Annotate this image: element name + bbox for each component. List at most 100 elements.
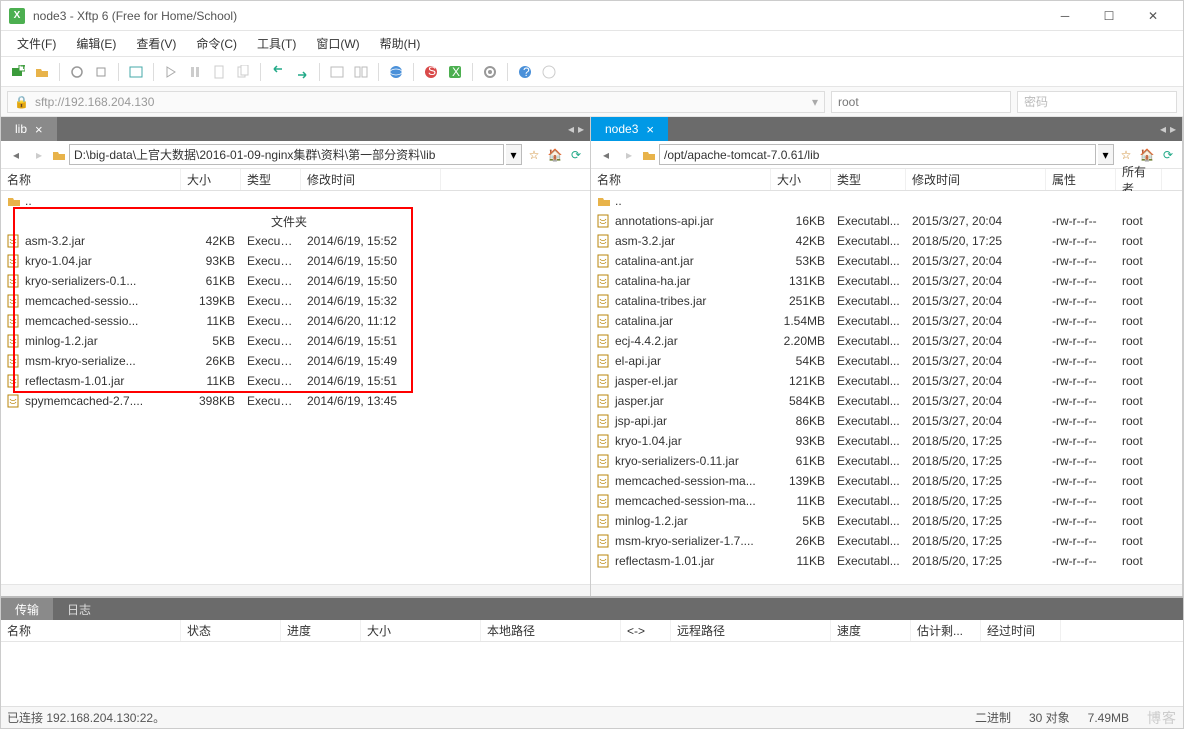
menu-help[interactable]: 帮助(H) bbox=[370, 31, 431, 56]
file-row[interactable]: msm-kryo-serializer-1.7....26KBExecutabl… bbox=[591, 531, 1182, 551]
menu-edit[interactable]: 编辑(E) bbox=[66, 31, 126, 56]
file-row[interactable]: jasper.jar584KBExecutabl...2015/3/27, 20… bbox=[591, 391, 1182, 411]
right-path-input[interactable]: /opt/apache-tomcat-7.0.61/lib bbox=[659, 144, 1096, 165]
star-icon[interactable]: ☆ bbox=[525, 146, 543, 164]
minimize-button[interactable]: ─ bbox=[1043, 2, 1087, 30]
docs-icon[interactable] bbox=[232, 61, 254, 83]
home-icon[interactable]: 🏠 bbox=[1138, 146, 1156, 164]
file-row[interactable]: memcached-sessio...11KBExecutabl...2014/… bbox=[1, 311, 590, 331]
pause-icon[interactable] bbox=[184, 61, 206, 83]
menu-window[interactable]: 窗口(W) bbox=[306, 31, 369, 56]
tcol-speed[interactable]: 速度 bbox=[831, 620, 911, 641]
disconnect-icon[interactable] bbox=[90, 61, 112, 83]
file-row[interactable]: catalina-tribes.jar251KBExecutabl...2015… bbox=[591, 291, 1182, 311]
file-row[interactable]: kryo-serializers-0.11.jar61KBExecutabl..… bbox=[591, 451, 1182, 471]
maximize-button[interactable]: ☐ bbox=[1087, 2, 1131, 30]
col-name[interactable]: 名称 bbox=[1, 169, 181, 190]
file-row[interactable]: asm-3.2.jar42KBExecutabl...2018/5/20, 17… bbox=[591, 231, 1182, 251]
dropdown-icon[interactable]: ▾ bbox=[812, 95, 818, 109]
file-row[interactable]: kryo-1.04.jar93KBExecutabl...2014/6/19, … bbox=[1, 251, 590, 271]
file-row[interactable]: msm-kryo-serialize...26KBExecutabl...201… bbox=[1, 351, 590, 371]
tab-transfer[interactable]: 传输 bbox=[1, 598, 53, 620]
file-row[interactable]: el-api.jar54KBExecutabl...2015/3/27, 20:… bbox=[591, 351, 1182, 371]
tcol-remote[interactable]: 远程路径 bbox=[671, 620, 831, 641]
new-window-icon[interactable] bbox=[125, 61, 147, 83]
file-row[interactable]: reflectasm-1.01.jar11KBExecutabl...2014/… bbox=[1, 371, 590, 391]
file-row[interactable]: minlog-1.2.jar5KBExecutabl...2014/6/19, … bbox=[1, 331, 590, 351]
tab-next-icon[interactable]: ▸ bbox=[578, 122, 584, 136]
right-scrollbar[interactable] bbox=[591, 584, 1182, 596]
file-row[interactable]: asm-3.2.jar42KBExecutabl...2014/6/19, 15… bbox=[1, 231, 590, 251]
sync-left-icon[interactable] bbox=[267, 61, 289, 83]
close-button[interactable]: ✕ bbox=[1131, 2, 1175, 30]
file-row[interactable]: kryo-serializers-0.1...61KBExecutabl...2… bbox=[1, 271, 590, 291]
info-icon[interactable] bbox=[538, 61, 560, 83]
file-row[interactable]: catalina-ha.jar131KBExecutabl...2015/3/2… bbox=[591, 271, 1182, 291]
back-button[interactable]: ◂ bbox=[6, 145, 26, 165]
col-type[interactable]: 类型 bbox=[241, 169, 301, 190]
globe-icon[interactable] bbox=[385, 61, 407, 83]
col-attr[interactable]: 属性 bbox=[1046, 169, 1116, 190]
gear-icon[interactable] bbox=[479, 61, 501, 83]
layout2-icon[interactable] bbox=[350, 61, 372, 83]
tab-node3[interactable]: node3 × bbox=[591, 117, 668, 141]
play-icon[interactable] bbox=[160, 61, 182, 83]
parent-dir-row[interactable]: .. bbox=[1, 191, 590, 211]
menu-cmd[interactable]: 命令(C) bbox=[186, 31, 247, 56]
file-row[interactable]: memcached-session-ma...139KBExecutabl...… bbox=[591, 471, 1182, 491]
file-row[interactable]: ecj-4.4.2.jar2.20MBExecutabl...2015/3/27… bbox=[591, 331, 1182, 351]
red-s-icon[interactable]: S bbox=[420, 61, 442, 83]
tcol-size[interactable]: 大小 bbox=[361, 620, 481, 641]
file-row[interactable]: catalina.jar1.54MBExecutabl...2015/3/27,… bbox=[591, 311, 1182, 331]
col-size[interactable]: 大小 bbox=[181, 169, 241, 190]
layout1-icon[interactable] bbox=[326, 61, 348, 83]
home-icon[interactable]: 🏠 bbox=[546, 146, 564, 164]
sync-right-icon[interactable] bbox=[291, 61, 313, 83]
file-row[interactable]: reflectasm-1.01.jar11KBExecutabl...2018/… bbox=[591, 551, 1182, 571]
menu-file[interactable]: 文件(F) bbox=[7, 31, 66, 56]
path-dropdown-icon[interactable]: ▾ bbox=[1098, 144, 1114, 165]
green-x-icon[interactable]: X bbox=[444, 61, 466, 83]
tcol-name[interactable]: 名称 bbox=[1, 620, 181, 641]
back-button[interactable]: ◂ bbox=[596, 145, 616, 165]
help-icon[interactable]: ? bbox=[514, 61, 536, 83]
username-field[interactable]: root bbox=[831, 91, 1011, 113]
tcol-sep[interactable]: <-> bbox=[621, 620, 671, 641]
refresh-icon[interactable]: ⟳ bbox=[567, 146, 585, 164]
fwd-button[interactable]: ▸ bbox=[619, 145, 639, 165]
tab-close-icon[interactable]: × bbox=[35, 122, 43, 137]
parent-dir-row[interactable]: .. bbox=[591, 191, 1182, 211]
col-owner[interactable]: 所有者 bbox=[1116, 169, 1162, 190]
tcol-progress[interactable]: 进度 bbox=[281, 620, 361, 641]
file-row[interactable]: jasper-el.jar121KBExecutabl...2015/3/27,… bbox=[591, 371, 1182, 391]
col-name[interactable]: 名称 bbox=[591, 169, 771, 190]
file-row[interactable]: jsp-api.jar86KBExecutabl...2015/3/27, 20… bbox=[591, 411, 1182, 431]
tab-prev-icon[interactable]: ◂ bbox=[1160, 122, 1166, 136]
star-icon[interactable]: ☆ bbox=[1117, 146, 1135, 164]
open-folder-icon[interactable] bbox=[31, 61, 53, 83]
tab-prev-icon[interactable]: ◂ bbox=[568, 122, 574, 136]
file-row[interactable]: minlog-1.2.jar5KBExecutabl...2018/5/20, … bbox=[591, 511, 1182, 531]
tcol-local[interactable]: 本地路径 bbox=[481, 620, 621, 641]
path-dropdown-icon[interactable]: ▾ bbox=[506, 144, 522, 165]
left-file-list[interactable]: .. 文件夹 asm-3.2.jar42KBExecutabl...2014/6… bbox=[1, 191, 590, 584]
col-size[interactable]: 大小 bbox=[771, 169, 831, 190]
file-row[interactable]: memcached-sessio...139KBExecutabl...2014… bbox=[1, 291, 590, 311]
fwd-button[interactable]: ▸ bbox=[29, 145, 49, 165]
refresh-icon[interactable]: ⟳ bbox=[1159, 146, 1177, 164]
file-row[interactable]: kryo-1.04.jar93KBExecutabl...2018/5/20, … bbox=[591, 431, 1182, 451]
tcol-elapsed[interactable]: 经过时间 bbox=[981, 620, 1061, 641]
file-row[interactable]: annotations-api.jar16KBExecutabl...2015/… bbox=[591, 211, 1182, 231]
address-field[interactable]: 🔒 sftp://192.168.204.130 ▾ bbox=[7, 91, 825, 113]
file-row[interactable]: spymemcached-2.7....398KBExecutabl...201… bbox=[1, 391, 590, 411]
tcol-eta[interactable]: 估计剩... bbox=[911, 620, 981, 641]
tab-close-icon[interactable]: × bbox=[646, 122, 654, 137]
tab-next-icon[interactable]: ▸ bbox=[1170, 122, 1176, 136]
right-file-list[interactable]: .. annotations-api.jar16KBExecutabl...20… bbox=[591, 191, 1182, 584]
left-scrollbar[interactable] bbox=[1, 584, 590, 596]
doc-icon[interactable] bbox=[208, 61, 230, 83]
col-type[interactable]: 类型 bbox=[831, 169, 906, 190]
col-modified[interactable]: 修改时间 bbox=[906, 169, 1046, 190]
file-row[interactable]: catalina-ant.jar53KBExecutabl...2015/3/2… bbox=[591, 251, 1182, 271]
password-field[interactable]: 密码 bbox=[1017, 91, 1177, 113]
